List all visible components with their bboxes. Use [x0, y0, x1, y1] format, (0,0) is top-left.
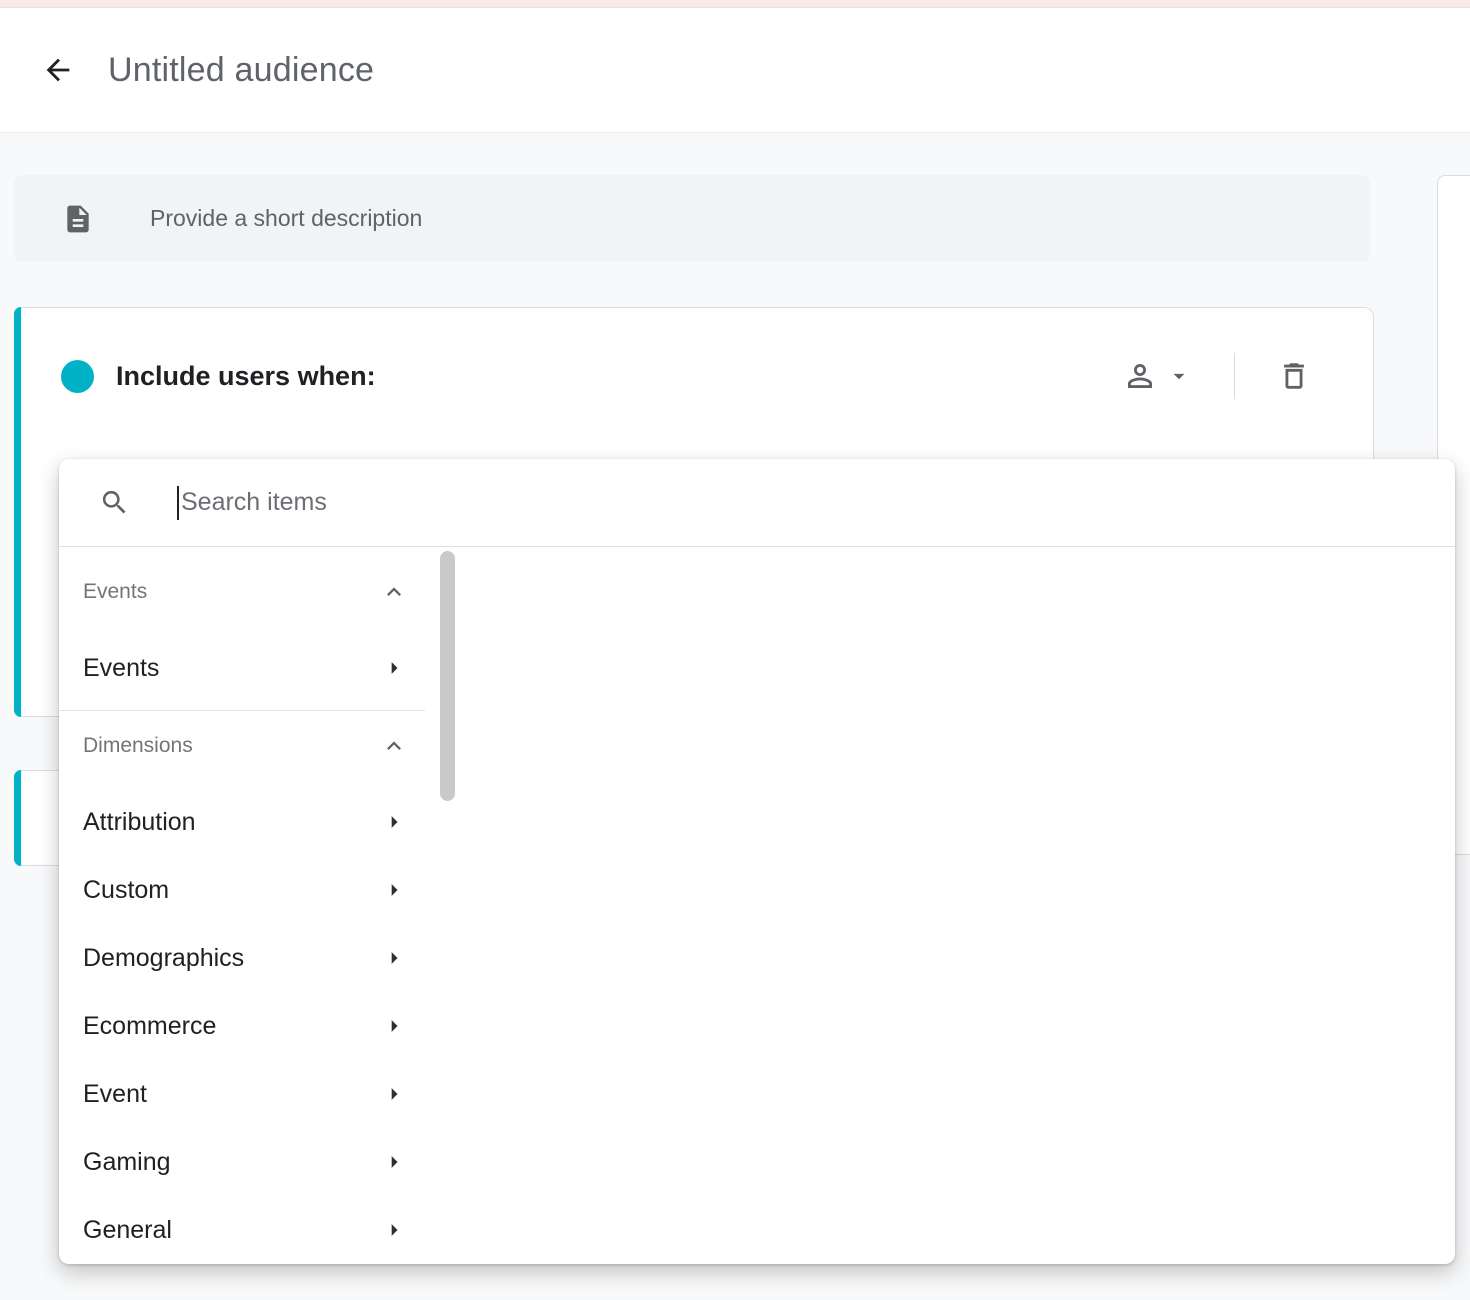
menu-body: Events Events Dimensions Attri [59, 547, 1455, 1263]
chevron-up-icon [380, 732, 408, 760]
section-divider [59, 710, 425, 711]
menu-item-label: Ecommerce [83, 1012, 216, 1041]
menu-item-ecommerce[interactable]: Ecommerce [59, 997, 426, 1055]
trash-icon [1277, 359, 1311, 393]
section-header-dimensions[interactable]: Dimensions [59, 717, 426, 775]
menu-item-label: Demographics [83, 944, 244, 973]
menu-item-events[interactable]: Events [59, 639, 426, 697]
card-actions [1122, 353, 1311, 399]
arrow-right-icon [380, 808, 408, 836]
menu-item-event[interactable]: Event [59, 1065, 426, 1123]
search-row [59, 459, 1455, 547]
topbar: Untitled audience [0, 8, 1470, 133]
arrow-right-icon [380, 944, 408, 972]
arrow-right-icon [380, 876, 408, 904]
arrow-right-icon [380, 1148, 408, 1176]
chevron-up-icon [380, 578, 408, 606]
scrollbar[interactable] [440, 551, 455, 801]
menu-item-attribution[interactable]: Attribution [59, 793, 426, 851]
arrow-right-icon [380, 1216, 408, 1244]
text-cursor [177, 486, 179, 520]
delete-card-button[interactable] [1277, 359, 1311, 393]
menu-item-label: Custom [83, 876, 169, 905]
include-card-title: Include users when: [116, 361, 376, 392]
arrow-right-icon [380, 654, 408, 682]
description-placeholder: Provide a short description [150, 205, 422, 232]
top-notice-strip [0, 0, 1470, 8]
menu-item-general[interactable]: General [59, 1201, 426, 1259]
menu-item-demographics[interactable]: Demographics [59, 929, 426, 987]
menu-item-label: Gaming [83, 1148, 171, 1177]
menu-item-label: Events [83, 654, 159, 683]
card-accent-edge [14, 770, 21, 866]
menu-item-gaming[interactable]: Gaming [59, 1133, 426, 1191]
card-accent-edge [14, 307, 21, 717]
person-icon [1122, 358, 1158, 394]
menu-item-label: Attribution [83, 808, 196, 837]
menu-item-label: Event [83, 1080, 147, 1109]
search-input[interactable] [181, 488, 1455, 517]
actions-divider [1234, 353, 1235, 399]
dimension-picker-menu: Events Events Dimensions Attri [59, 459, 1455, 1264]
document-icon [62, 203, 94, 235]
scope-dot-icon [61, 360, 94, 393]
menu-item-label: General [83, 1216, 172, 1245]
audience-builder-screen: Untitled audience Provide a short descri… [0, 0, 1470, 1300]
include-card-header: Include users when: [61, 345, 376, 407]
menu-item-custom[interactable]: Custom [59, 861, 426, 919]
arrow-left-icon [41, 53, 75, 87]
description-field[interactable]: Provide a short description [14, 175, 1370, 262]
back-button[interactable] [38, 50, 78, 90]
arrow-right-icon [380, 1080, 408, 1108]
arrow-right-icon [380, 1012, 408, 1040]
chevron-down-icon [1166, 363, 1192, 389]
section-label: Dimensions [83, 734, 193, 758]
scope-selector-button[interactable] [1122, 358, 1192, 394]
section-header-events[interactable]: Events [59, 563, 426, 621]
page-title: Untitled audience [108, 51, 374, 90]
search-icon [99, 487, 130, 518]
section-label: Events [83, 580, 147, 604]
